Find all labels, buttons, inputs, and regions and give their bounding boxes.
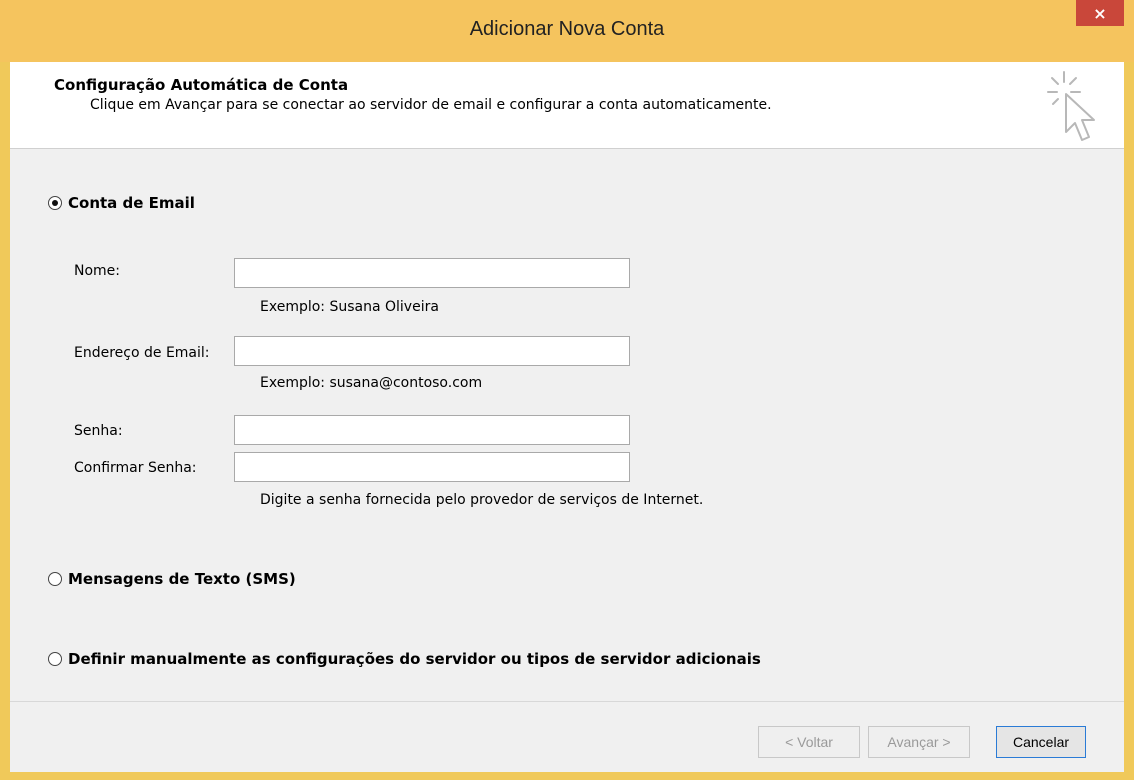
name-input[interactable] bbox=[234, 258, 630, 288]
radio-manual-label: Definir manualmente as configurações do … bbox=[68, 650, 761, 668]
dialog-window: Adicionar Nova Conta × Configuração Auto… bbox=[0, 0, 1134, 780]
name-label: Nome: bbox=[74, 263, 121, 279]
password-hint: Digite a senha fornecida pelo provedor d… bbox=[260, 492, 704, 508]
footer-separator bbox=[10, 701, 1124, 702]
header-subtitle: Clique em Avançar para se conectar ao se… bbox=[90, 97, 772, 113]
close-button[interactable]: × bbox=[1076, 0, 1124, 26]
radio-email-label: Conta de Email bbox=[68, 194, 195, 212]
back-button[interactable]: < Voltar bbox=[758, 726, 860, 758]
header-panel: Configuração Automática de Conta Clique … bbox=[10, 62, 1124, 149]
window-title: Adicionar Nova Conta bbox=[469, 18, 665, 40]
cancel-button[interactable]: Cancelar bbox=[996, 726, 1086, 758]
radio-email-account[interactable]: Conta de Email bbox=[48, 194, 195, 212]
next-button[interactable]: Avançar > bbox=[868, 726, 970, 758]
email-label: Endereço de Email: bbox=[74, 345, 210, 361]
email-hint: Exemplo: susana@contoso.com bbox=[260, 375, 483, 391]
email-input[interactable] bbox=[234, 336, 630, 366]
radio-button-manual[interactable] bbox=[48, 652, 62, 666]
header-title: Configuração Automática de Conta bbox=[54, 76, 349, 94]
radio-sms-label: Mensagens de Texto (SMS) bbox=[68, 570, 296, 588]
name-hint: Exemplo: Susana Oliveira bbox=[260, 299, 439, 315]
confirm-password-input[interactable] bbox=[234, 452, 630, 482]
radio-button-email[interactable] bbox=[48, 196, 62, 210]
dialog-content: Configuração Automática de Conta Clique … bbox=[10, 62, 1124, 772]
radio-button-sms[interactable] bbox=[48, 572, 62, 586]
password-label: Senha: bbox=[74, 423, 123, 439]
password-input[interactable] bbox=[234, 415, 630, 445]
radio-manual-setup[interactable]: Definir manualmente as configurações do … bbox=[48, 650, 761, 668]
close-icon: × bbox=[1093, 3, 1107, 23]
title-bar[interactable]: Adicionar Nova Conta × bbox=[0, 0, 1134, 62]
confirm-password-label: Confirmar Senha: bbox=[74, 460, 197, 476]
cursor-click-icon bbox=[1047, 71, 1095, 141]
radio-sms[interactable]: Mensagens de Texto (SMS) bbox=[48, 570, 296, 588]
